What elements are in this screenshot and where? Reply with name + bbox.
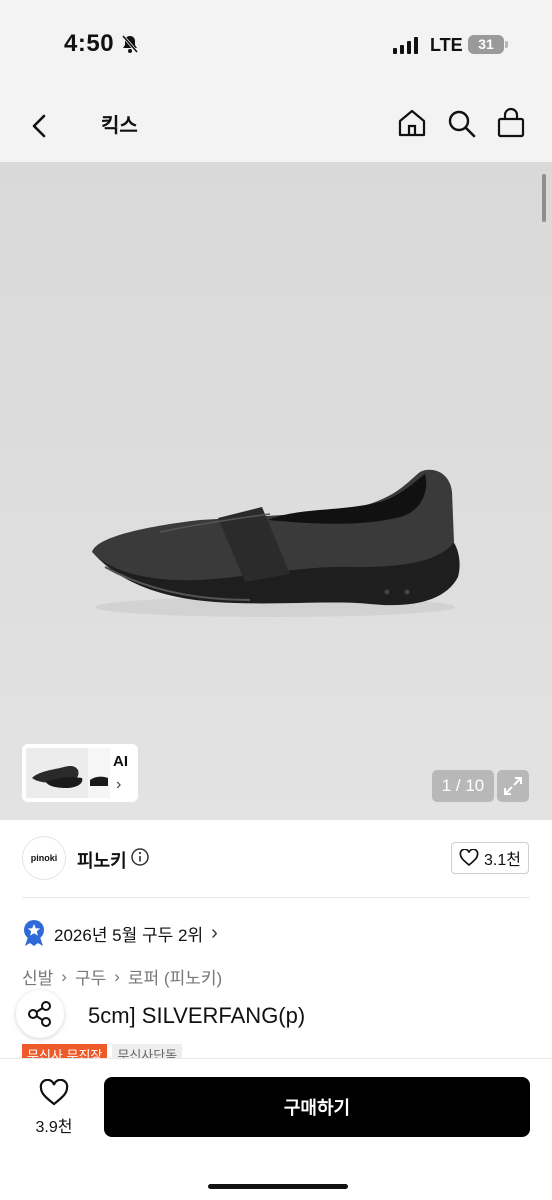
signal-icon [393,36,418,54]
ai-label: AI [113,753,128,770]
home-icon[interactable] [395,106,429,140]
thumbnail-image-1 [26,748,88,798]
app-header: K 킥스 [0,90,552,224]
home-indicator [208,1184,348,1189]
chevron-right-icon: › [61,966,67,986]
breadcrumb-item[interactable]: 로퍼 (피노키) [128,964,222,989]
back-icon[interactable] [24,108,54,144]
thumbnail-image-2 [88,748,110,798]
buy-button[interactable]: 구매하기 [104,1077,530,1137]
breadcrumb: 신발 › 구두 › 로퍼 (피노키) [22,964,222,989]
product-image[interactable] [0,162,552,820]
chevron-right-icon: › [116,776,122,793]
battery-icon: 31 [468,35,504,54]
info-icon[interactable] [130,847,150,867]
image-counter: 1 / 10 [432,770,494,802]
bell-muted-icon [121,35,139,53]
share-icon [28,1001,51,1027]
product-title-text: 5cm] SILVERFANG(p) [88,1003,306,1028]
share-button[interactable] [16,990,64,1038]
status-time: 4:50 [64,30,115,57]
ranking-badge-icon [24,920,44,946]
chevron-right-icon: › [114,966,120,986]
seller-like-button[interactable]: 3.1천 [451,842,529,874]
chevron-right-icon: › [211,921,218,944]
product-image-gallery[interactable]: AI › 1 / 10 [0,162,552,820]
heart-icon [459,849,479,867]
breadcrumb-item[interactable]: 신발 [22,964,53,989]
ranking-link[interactable]: 2026년 5월 구두 2위 › [22,918,218,948]
seller-row: pinoki 피노키 3.1천 [0,820,552,898]
seller-logo[interactable]: pinoki [22,836,66,880]
status-bar: 4:50 LTE 31 [0,0,552,90]
search-icon[interactable] [444,106,478,140]
breadcrumb-item[interactable]: 구두 [75,964,106,989]
seller-like-count: 3.1천 [484,852,521,869]
bag-icon[interactable] [494,106,528,140]
wish-count: 3.9천 [35,1119,73,1136]
ranking-text: 2026년 5월 구두 2위 [54,925,204,945]
heart-icon[interactable] [38,1079,70,1107]
product-title: 5cm] SILVERFANG(p) [22,1003,305,1029]
network-type: LTE [430,35,463,55]
brand-name[interactable]: 킥스 [101,109,138,138]
battery-level: 31 [478,36,494,52]
ai-thumbnail-card[interactable]: AI › [22,744,138,802]
bottom-action-bar: 3.9천 구매하기 [0,1058,552,1200]
divider [22,897,530,898]
expand-icon[interactable] [497,770,529,802]
battery-tip [505,41,508,48]
seller-name[interactable]: 피노키 [77,847,127,873]
